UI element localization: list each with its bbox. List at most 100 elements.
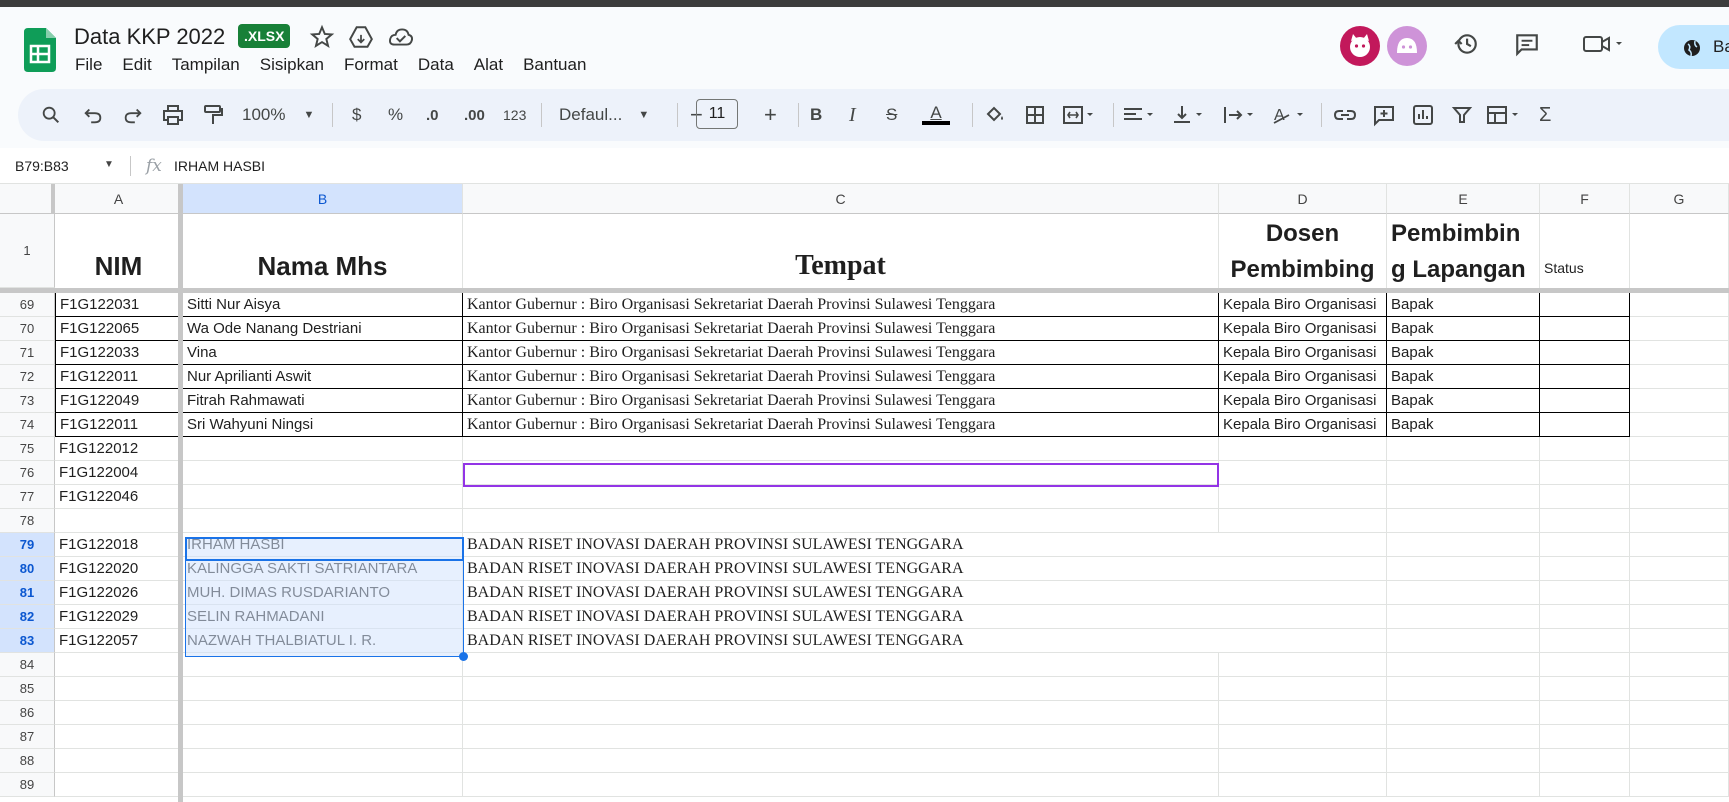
cell-nama[interactable] xyxy=(183,509,463,533)
avatar[interactable] xyxy=(1387,26,1427,66)
vertical-align-icon[interactable] xyxy=(1170,103,1206,127)
align-left-icon[interactable] xyxy=(1121,103,1157,127)
cell-dosen[interactable] xyxy=(1219,461,1387,485)
cell-nim[interactable]: F1G122031 xyxy=(55,293,183,317)
cell-nama[interactable]: IRHAM HASBI xyxy=(183,533,463,557)
filter-views-icon[interactable] xyxy=(1485,103,1527,127)
comments-icon[interactable] xyxy=(1514,31,1540,57)
row-header[interactable]: 1 xyxy=(0,214,55,288)
cell[interactable] xyxy=(1630,725,1729,749)
cell-pembimbing-lapangan[interactable] xyxy=(1387,581,1540,605)
insert-comment-icon[interactable] xyxy=(1372,103,1396,127)
cell-tempat[interactable]: Kantor Gubernur : Biro Organisasi Sekret… xyxy=(463,389,1219,413)
number-format-button[interactable]: 123 xyxy=(503,103,526,127)
cell-status[interactable] xyxy=(1540,389,1630,413)
cell-status[interactable] xyxy=(1540,557,1630,581)
cell[interactable] xyxy=(1630,485,1729,509)
cell-nama[interactable]: KALINGGA SAKTI SATRIANTARA xyxy=(183,557,463,581)
cell-pembimbing-lapangan[interactable]: Bapak xyxy=(1387,317,1540,341)
cell-dosen[interactable] xyxy=(1219,629,1387,653)
row-header[interactable]: 70 xyxy=(0,317,55,341)
cell-tempat[interactable] xyxy=(463,509,1219,533)
cell-nim[interactable]: F1G122029 xyxy=(55,605,183,629)
menu-data[interactable]: Data xyxy=(418,55,454,75)
cell-nim[interactable]: F1G122026 xyxy=(55,581,183,605)
cell[interactable] xyxy=(1630,557,1729,581)
meet-icon[interactable] xyxy=(1582,31,1624,57)
cell-nama[interactable]: Wa Ode Nanang Destriani xyxy=(183,317,463,341)
column-header-c[interactable]: C xyxy=(463,184,1219,214)
cell-nama[interactable] xyxy=(183,701,463,725)
cell-dosen[interactable] xyxy=(1219,773,1387,797)
cell-nim[interactable]: F1G122049 xyxy=(55,389,183,413)
cell-pembimbing-lapangan[interactable] xyxy=(1387,677,1540,701)
paint-format-icon[interactable] xyxy=(201,103,225,127)
cell-tempat[interactable] xyxy=(463,653,1219,677)
row-header[interactable]: 76 xyxy=(0,461,55,485)
cell-dosen[interactable] xyxy=(1219,581,1387,605)
cell[interactable] xyxy=(1630,365,1729,389)
cell-tempat[interactable]: BADAN RISET INOVASI DAERAH PROVINSI SULA… xyxy=(463,605,1219,629)
menu-help[interactable]: Bantuan xyxy=(523,55,586,75)
menu-tools[interactable]: Alat xyxy=(474,55,503,75)
cell-status[interactable] xyxy=(1540,293,1630,317)
cell-pembimbing-lapangan[interactable] xyxy=(1387,557,1540,581)
cell-nama[interactable] xyxy=(183,653,463,677)
cell-tempat[interactable]: BADAN RISET INOVASI DAERAH PROVINSI SULA… xyxy=(463,533,1219,557)
filter-icon[interactable] xyxy=(1450,103,1474,127)
cell[interactable] xyxy=(1630,317,1729,341)
menu-edit[interactable]: Edit xyxy=(122,55,151,75)
header-cell-nim[interactable]: NIM xyxy=(55,214,183,288)
row-header[interactable]: 81 xyxy=(0,581,55,605)
cell-pembimbing-lapangan[interactable] xyxy=(1387,629,1540,653)
cell-status[interactable] xyxy=(1540,365,1630,389)
functions-button[interactable]: Σ xyxy=(1539,103,1551,127)
cell-tempat[interactable]: Kantor Gubernur : Biro Organisasi Sekret… xyxy=(463,293,1219,317)
cell[interactable] xyxy=(1630,389,1729,413)
row-header[interactable]: 80 xyxy=(0,557,55,581)
cell-pembimbing-lapangan[interactable] xyxy=(1387,701,1540,725)
cell-nama[interactable] xyxy=(183,725,463,749)
cell-status[interactable] xyxy=(1540,749,1630,773)
decrease-decimal-button[interactable]: .0 xyxy=(426,103,439,127)
cell-pembimbing-lapangan[interactable] xyxy=(1387,749,1540,773)
text-wrap-icon[interactable] xyxy=(1221,103,1257,127)
cell-status[interactable] xyxy=(1540,533,1630,557)
cell-tempat[interactable] xyxy=(463,437,1219,461)
cell-nim[interactable] xyxy=(55,701,183,725)
cell[interactable] xyxy=(1630,581,1729,605)
cell-nim[interactable]: F1G122011 xyxy=(55,413,183,437)
row-header[interactable]: 75 xyxy=(0,437,55,461)
cloud-saved-icon[interactable] xyxy=(388,24,414,50)
row-header[interactable]: 83 xyxy=(0,629,55,653)
cell-tempat[interactable] xyxy=(463,701,1219,725)
row-header[interactable]: 72 xyxy=(0,365,55,389)
cell[interactable] xyxy=(1630,773,1729,797)
increase-font-size-button[interactable]: + xyxy=(764,102,777,127)
cell-pembimbing-lapangan[interactable] xyxy=(1387,533,1540,557)
column-header-d[interactable]: D xyxy=(1219,184,1387,214)
link-icon[interactable] xyxy=(1333,103,1357,127)
cell-nim[interactable]: F1G122057 xyxy=(55,629,183,653)
cell-nim[interactable] xyxy=(55,773,183,797)
frozen-column-divider[interactable] xyxy=(178,184,183,802)
cell-tempat[interactable] xyxy=(463,485,1219,509)
cell-dosen[interactable] xyxy=(1219,557,1387,581)
cell[interactable] xyxy=(1630,437,1729,461)
bold-button[interactable]: B xyxy=(810,103,822,127)
cell-nama[interactable]: NAZWAH THALBIATUL I. R. xyxy=(183,629,463,653)
cell-dosen[interactable] xyxy=(1219,533,1387,557)
cell-tempat[interactable]: Kantor Gubernur : Biro Organisasi Sekret… xyxy=(463,317,1219,341)
formula-input[interactable]: IRHAM HASBI xyxy=(174,158,265,174)
cell-status[interactable] xyxy=(1540,317,1630,341)
text-color-button[interactable]: A xyxy=(922,103,950,127)
cell-nim[interactable] xyxy=(55,677,183,701)
cell-nama[interactable] xyxy=(183,773,463,797)
cell-tempat[interactable]: Kantor Gubernur : Biro Organisasi Sekret… xyxy=(463,413,1219,437)
cell-dosen[interactable] xyxy=(1219,437,1387,461)
cell-status[interactable] xyxy=(1540,509,1630,533)
cell-pembimbing-lapangan[interactable] xyxy=(1387,725,1540,749)
row-header[interactable]: 86 xyxy=(0,701,55,725)
document-title[interactable]: Data KKP 2022 xyxy=(74,24,225,50)
cell-nim[interactable] xyxy=(55,725,183,749)
